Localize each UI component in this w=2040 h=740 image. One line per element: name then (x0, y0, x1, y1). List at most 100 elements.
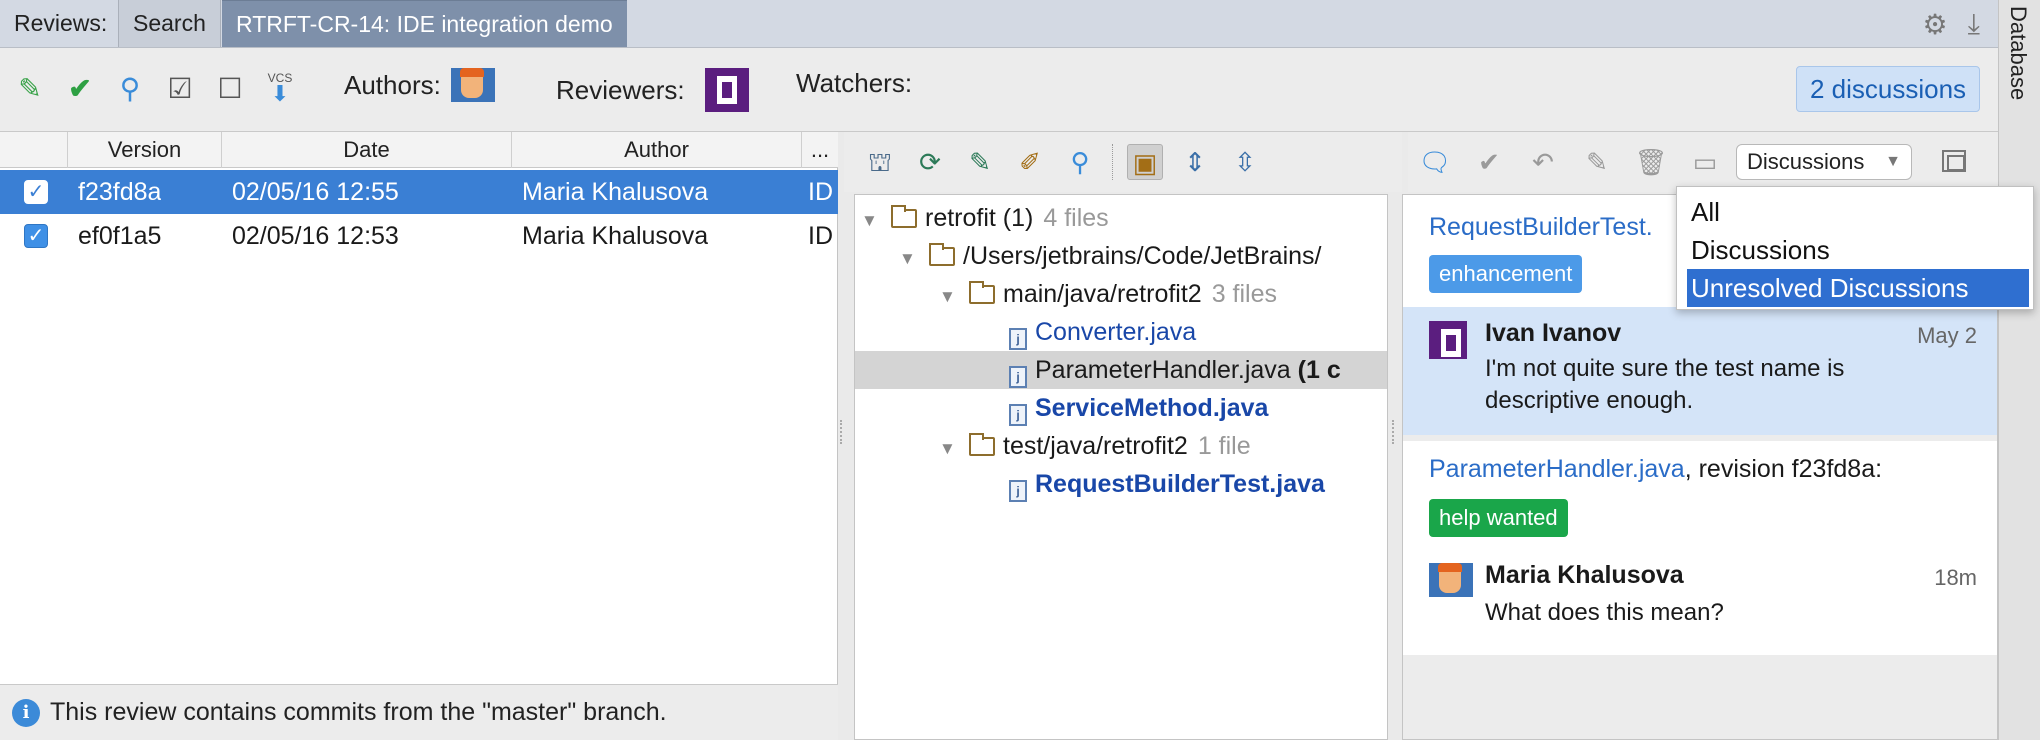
commit-author: Maria Khalusova (522, 178, 709, 206)
folder-icon (891, 205, 917, 228)
java-file-icon: j (1009, 404, 1027, 426)
chevron-down-icon: ▼ (1885, 153, 1901, 170)
folder-name: test/java/retrofit2 (1003, 432, 1188, 460)
annotate-file-icon[interactable]: ✐ (1012, 144, 1048, 180)
commit-author: Maria Khalusova (522, 222, 709, 250)
commit-checkbox[interactable]: ✓ (24, 224, 48, 248)
download-icon[interactable]: ⤓ (1968, 8, 1980, 41)
authors-group: Authors: (344, 68, 495, 102)
column-checkbox[interactable] (0, 132, 68, 168)
label-icon[interactable]: ▭ (1688, 147, 1722, 178)
review-tab-bar: Reviews: Search RTRFT-CR-14: IDE integra… (0, 0, 1998, 48)
comment-author: Maria Khalusova (1485, 561, 1684, 589)
comment-ivan[interactable]: Ivan Ivanov May 2 I'm not quite sure the… (1403, 307, 1997, 435)
comment-maria[interactable]: Maria Khalusova 18m What does this mean? (1403, 555, 1997, 655)
discussions-filter-menu: All Discussions Unresolved Discussions (1676, 186, 2034, 310)
commits-panel: Version Date Author ... ✓ f23fd8a 02/05/… (0, 132, 838, 740)
author-avatar[interactable] (450, 68, 495, 102)
file-name: ParameterHandler.java (1035, 356, 1291, 384)
discussion-file-link[interactable]: ParameterHandler.java (1429, 455, 1685, 483)
authors-label: Authors: (344, 69, 441, 100)
tree-file-converter[interactable]: j Converter.java (1009, 313, 1196, 351)
java-file-icon: j (1009, 480, 1027, 502)
folder-count: 3 files (1211, 280, 1278, 308)
restore-window-icon[interactable] (1942, 150, 1966, 172)
edit-comment-icon[interactable]: ✎ (1580, 147, 1614, 178)
add-comment-icon[interactable]: 🗨 (1418, 147, 1452, 178)
reviewer-avatar[interactable] (704, 68, 749, 112)
tree-node-main-folder[interactable]: ▼ main/java/retrofit2 3 files (939, 275, 1277, 313)
refresh-files-icon[interactable]: ⟳ (912, 144, 948, 180)
table-row[interactable]: ✓ ef0f1a5 02/05/16 12:53 Maria Khalusova… (0, 214, 838, 258)
splitter-handle[interactable] (1392, 420, 1398, 444)
commit-graph-icon[interactable]: ⛫ (862, 144, 898, 180)
menu-item-unresolved[interactable]: Unresolved Discussions (1687, 269, 2029, 307)
folder-name: main/java/retrofit2 (1003, 280, 1202, 308)
discussion-title: ParameterHandler.java, revision f23fd8a: (1429, 455, 1882, 484)
folder-icon (929, 243, 955, 266)
watchers-label: Watchers: (796, 68, 913, 98)
tab-review-active[interactable]: RTRFT-CR-14: IDE integration demo (222, 0, 627, 47)
top-right-actions: ⚙ ⤓ (1923, 0, 1999, 48)
column-author[interactable]: Author (512, 132, 802, 168)
file-name: ServiceMethod.java (1035, 394, 1269, 422)
file-name: Converter.java (1035, 318, 1197, 346)
reviewers-group: Reviewers: (556, 68, 749, 112)
checkmark-icon[interactable]: ✔ (64, 70, 96, 106)
edit-file-icon[interactable]: ✎ (962, 144, 998, 180)
collapse-triangle-icon[interactable]: ▼ (939, 278, 956, 316)
checkbox-empty-icon[interactable]: ☐ (214, 70, 246, 106)
discussions-count-button[interactable]: 2 discussions (1796, 66, 1980, 112)
column-date[interactable]: Date (222, 132, 512, 168)
collapse-triangle-icon[interactable]: ▼ (899, 240, 916, 278)
vcs-update-icon[interactable]: VCS ⬇ (264, 70, 296, 106)
delete-icon[interactable]: 🗑 (1634, 147, 1668, 178)
tree-file-parameterhandler[interactable]: j ParameterHandler.java (1 c (855, 351, 1387, 389)
commit-checkbox[interactable]: ✓ (24, 180, 48, 204)
branch-notice-text: This review contains commits from the "m… (50, 698, 667, 726)
tree-file-servicemethod[interactable]: j ServiceMethod.java (1009, 389, 1268, 427)
tree-node-root[interactable]: ▼ retrofit (1) 4 files (861, 199, 1109, 237)
find-usages-icon[interactable]: ⚲ (1062, 144, 1098, 180)
commit-version: f23fd8a (78, 178, 162, 206)
discussion-header-2: ParameterHandler.java, revision f23fd8a:… (1403, 441, 1997, 555)
discussions-filter-dropdown[interactable]: Discussions ▼ (1736, 144, 1912, 180)
tree-node-path[interactable]: ▼ /Users/jetbrains/Code/JetBrains/ (899, 237, 1321, 275)
comment-time: 18m (1934, 565, 1977, 590)
expand-all-icon[interactable]: ⇕ (1177, 144, 1213, 180)
menu-item-all[interactable]: All (1687, 193, 2029, 231)
reviewers-label: Reviewers: (556, 74, 685, 105)
collapse-all-icon[interactable]: ⇳ (1227, 144, 1263, 180)
files-toolbar: ⛫ ⟳ ✎ ✐ ⚲ ▣ ⇕ ⇳ (844, 132, 1402, 192)
collapse-triangle-icon[interactable]: ▼ (939, 430, 956, 468)
commit-date: 02/05/16 12:53 (232, 222, 399, 250)
checkbox-checked-icon[interactable]: ☑ (164, 70, 196, 106)
column-version[interactable]: Version (68, 132, 222, 168)
group-by-folder-icon[interactable]: ▣ (1127, 144, 1163, 180)
table-row[interactable]: ✓ f23fd8a 02/05/16 12:55 Maria Khalusova… (0, 170, 838, 214)
tree-file-requestbuildertest[interactable]: j RequestBuilderTest.java (1009, 465, 1325, 503)
comment-text: What does this mean? (1485, 599, 1724, 626)
toolbar-icons: ✎ ✔ ⚲ ☑ ☐ VCS ⬇ (14, 70, 296, 106)
review-search-icon[interactable]: ⚲ (114, 70, 146, 106)
reply-icon[interactable]: ↶ (1526, 147, 1560, 178)
info-icon: i (12, 698, 40, 727)
splitter-handle[interactable] (840, 420, 846, 444)
tag-enhancement[interactable]: enhancement (1429, 255, 1583, 293)
tree-node-test-folder[interactable]: ▼ test/java/retrofit2 1 file (939, 427, 1251, 465)
resolve-icon[interactable]: ✔ (1472, 147, 1506, 178)
tab-search[interactable]: Search (118, 0, 221, 47)
watchers-group: Watchers: (796, 68, 912, 99)
pencil-icon[interactable]: ✎ (14, 70, 46, 106)
tag-help-wanted[interactable]: help wanted (1429, 499, 1568, 537)
database-tool-tab[interactable]: Database (2005, 6, 2031, 100)
file-name: RequestBuilderTest.java (1035, 470, 1325, 498)
discussion-file-link[interactable]: RequestBuilderTest. (1429, 213, 1653, 242)
gear-icon[interactable]: ⚙ (1923, 8, 1948, 41)
column-more[interactable]: ... (802, 132, 838, 168)
collapse-triangle-icon[interactable]: ▼ (861, 202, 878, 240)
folder-icon (969, 433, 995, 456)
folder-count: 1 file (1197, 432, 1251, 460)
menu-item-discussions[interactable]: Discussions (1687, 231, 2029, 269)
reviews-label: Reviews: (14, 10, 108, 36)
